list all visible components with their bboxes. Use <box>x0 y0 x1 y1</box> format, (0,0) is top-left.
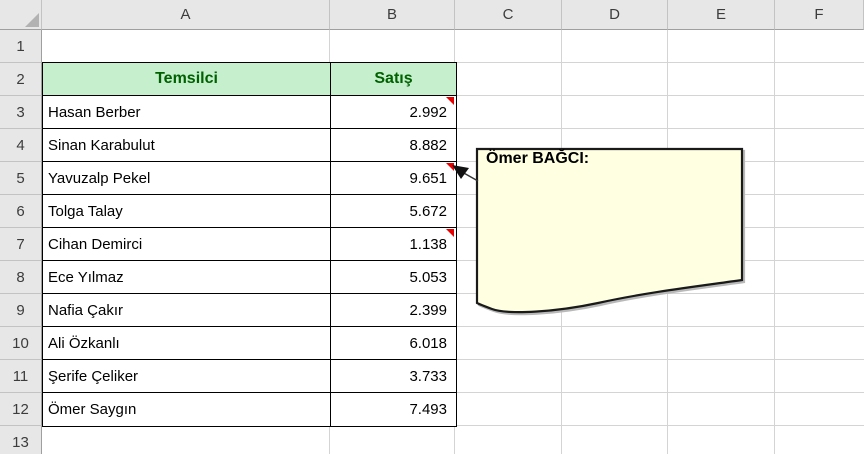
row-header-9[interactable]: 9 <box>0 294 42 327</box>
cell-a12[interactable]: Ömer Saygın <box>43 393 331 426</box>
row-header-1[interactable]: 1 <box>0 30 42 63</box>
cell-b10[interactable]: 6.018 <box>331 327 456 360</box>
cell-b3[interactable]: 2.992 <box>331 96 456 129</box>
cell-b6[interactable]: 5.672 <box>331 195 456 228</box>
cell-b9[interactable]: 2.399 <box>331 294 456 327</box>
column-header-e[interactable]: E <box>668 0 775 30</box>
select-all-corner[interactable] <box>0 0 42 30</box>
cell-b5[interactable]: 9.651 <box>331 162 456 195</box>
comment-author[interactable]: Ömer BAĞCI: <box>486 150 736 168</box>
cell-a4[interactable]: Sinan Karabulut <box>43 129 331 162</box>
cell-b7[interactable]: 1.138 <box>331 228 456 261</box>
row-header-5[interactable]: 5 <box>0 162 42 195</box>
cell-a2-temsilci-header[interactable]: Temsilci <box>43 63 331 96</box>
cell-a10[interactable]: Ali Özkanlı <box>43 327 331 360</box>
column-header-a[interactable]: A <box>42 0 330 30</box>
cell-a9[interactable]: Nafia Çakır <box>43 294 331 327</box>
select-all-icon <box>25 13 39 27</box>
column-header-d[interactable]: D <box>562 0 668 30</box>
cell-b2-satis-header[interactable]: Satış <box>331 63 456 96</box>
cell-a11[interactable]: Şerife Çeliker <box>43 360 331 393</box>
cell-a6[interactable]: Tolga Talay <box>43 195 331 228</box>
row-header-8[interactable]: 8 <box>0 261 42 294</box>
column-header-f[interactable]: F <box>775 0 864 30</box>
row-header-7[interactable]: 7 <box>0 228 42 261</box>
column-header-b[interactable]: B <box>330 0 455 30</box>
row-header-12[interactable]: 12 <box>0 393 42 426</box>
cell-b8[interactable]: 5.053 <box>331 261 456 294</box>
cell-a7[interactable]: Cihan Demirci <box>43 228 331 261</box>
cell-b11[interactable]: 3.733 <box>331 360 456 393</box>
row-header-3[interactable]: 3 <box>0 96 42 129</box>
row-header-10[interactable]: 10 <box>0 327 42 360</box>
sales-table: Temsilci Satış Hasan Berber 2.992 Sinan … <box>42 62 457 427</box>
spreadsheet: A B C D E F 1 2 3 4 5 6 7 8 9 10 11 12 1… <box>0 0 864 454</box>
row-header-11[interactable]: 11 <box>0 360 42 393</box>
cell-a8[interactable]: Ece Yılmaz <box>43 261 331 294</box>
cell-b12[interactable]: 7.493 <box>331 393 456 426</box>
column-header-c[interactable]: C <box>455 0 562 30</box>
row-header-2[interactable]: 2 <box>0 63 42 96</box>
cell-b4[interactable]: 8.882 <box>331 129 456 162</box>
row-header-6[interactable]: 6 <box>0 195 42 228</box>
row-header-4[interactable]: 4 <box>0 129 42 162</box>
row-header-13[interactable]: 13 <box>0 426 42 454</box>
cell-a5[interactable]: Yavuzalp Pekel <box>43 162 331 195</box>
cell-a3[interactable]: Hasan Berber <box>43 96 331 129</box>
